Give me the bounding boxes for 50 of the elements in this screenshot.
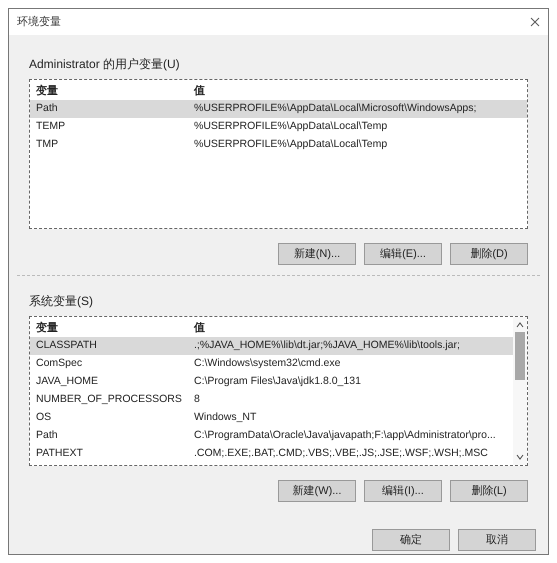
column-header[interactable]: 值 [194, 82, 527, 100]
table-cell-text: C:\Program Files\Java\jdk1.8.0_131 [194, 374, 362, 390]
section-label: Administrator 的用户变量(U) [29, 56, 181, 73]
scroll-down-icon[interactable] [516, 453, 524, 461]
table-cell-text: .;%JAVA_HOME%\lib\dt.jar;%JAVA_HOME%\lib\tools.jar; [194, 338, 461, 354]
table-cell-text: %USERPROFILE%\AppData\Local\Temp [194, 137, 388, 152]
table-cell-text: .COM;.EXE;.BAT;.CMD;.VBS;.VBE;.JS;.JSE;.WSF;.WSH;.MSC [194, 446, 489, 462]
dialog-button[interactable]: 确定 [372, 529, 450, 551]
variable-row[interactable]: ComSpec C:\Windows\system32\cmd.exe [30, 355, 513, 373]
variable-row[interactable]: NUMBER_OF_PROCESSORS 8 [30, 391, 513, 409]
variable-row[interactable]: JAVA_HOME C:\Program Files\Java\jdk1.8.0_131 [30, 373, 513, 391]
table-cell-text: %USERPROFILE%\AppData\Local\Microsoft\WindowsApps; [194, 101, 478, 116]
dialog-button[interactable]: 编辑(I)... [364, 480, 442, 502]
column-header[interactable]: 值 [194, 320, 513, 336]
scrollbar[interactable] [513, 317, 527, 465]
table-cell-text: TMP [35, 137, 60, 152]
dialog-button[interactable]: 删除(D) [450, 243, 528, 265]
variable-row[interactable]: TMP %USERPROFILE%\AppData\Local\Temp [30, 136, 527, 154]
close-icon[interactable] [530, 17, 540, 27]
dialog-button[interactable]: 删除(L) [450, 480, 528, 502]
table-cell-text: TEMP [35, 119, 66, 134]
variable-row[interactable]: Path C:\ProgramData\Oracle\Java\javapath;F:\app\Administrator\pro... [30, 427, 513, 445]
dialog-button[interactable]: 取消 [458, 529, 536, 551]
table-cell-text: NUMBER_OF_PROCESSORS [35, 392, 183, 408]
table-cell-text: CLASSPATH [35, 338, 98, 354]
table-cell-text: JAVA_HOME [35, 374, 100, 390]
variable-row[interactable]: PATHEXT .COM;.EXE;.BAT;.CMD;.VBS;.VBE;.JS;.JSE;.WSF;.WSH;.MSC [30, 445, 513, 463]
dialog-button[interactable]: 新建(W)... [278, 480, 356, 502]
table-cell-text: PATHEXT [35, 446, 84, 462]
column-header[interactable]: 变量 [30, 320, 194, 336]
table-cell-text: Windows_NT [194, 410, 258, 426]
dialog-button[interactable]: 新建(N)... [278, 243, 356, 265]
table-cell-text: OS [35, 410, 52, 426]
table-cell-text: 8 [194, 392, 201, 408]
dialog-button[interactable]: 编辑(E)... [364, 243, 442, 265]
variable-row[interactable]: TEMP %USERPROFILE%\AppData\Local\Temp [30, 118, 527, 136]
column-header[interactable]: 变量 [30, 82, 194, 100]
table-cell-text: Path [35, 428, 59, 444]
section-label: 系统变量(S) [29, 293, 94, 310]
table-cell-text: C:\ProgramData\Oracle\Java\javapath;F:\app\Administrator\pro... [194, 428, 497, 444]
scrollbar-thumb[interactable] [515, 332, 525, 380]
window-title: 环境变量 [17, 14, 61, 30]
variable-row[interactable]: OS Windows_NT [30, 409, 513, 427]
table-cell-text: Path [35, 101, 59, 116]
table-cell-text: ComSpec [35, 356, 84, 372]
table-cell-text: C:\Windows\system32\cmd.exe [194, 356, 342, 372]
scroll-up-icon[interactable] [516, 321, 524, 329]
table-cell-text: %USERPROFILE%\AppData\Local\Temp [194, 119, 388, 134]
variable-row[interactable]: CLASSPATH .;%JAVA_HOME%\lib\dt.jar;%JAVA_HOME%\lib\tools.jar; [30, 337, 513, 355]
variable-row[interactable]: Path %USERPROFILE%\AppData\Local\Microsoft\WindowsApps; [30, 100, 527, 118]
